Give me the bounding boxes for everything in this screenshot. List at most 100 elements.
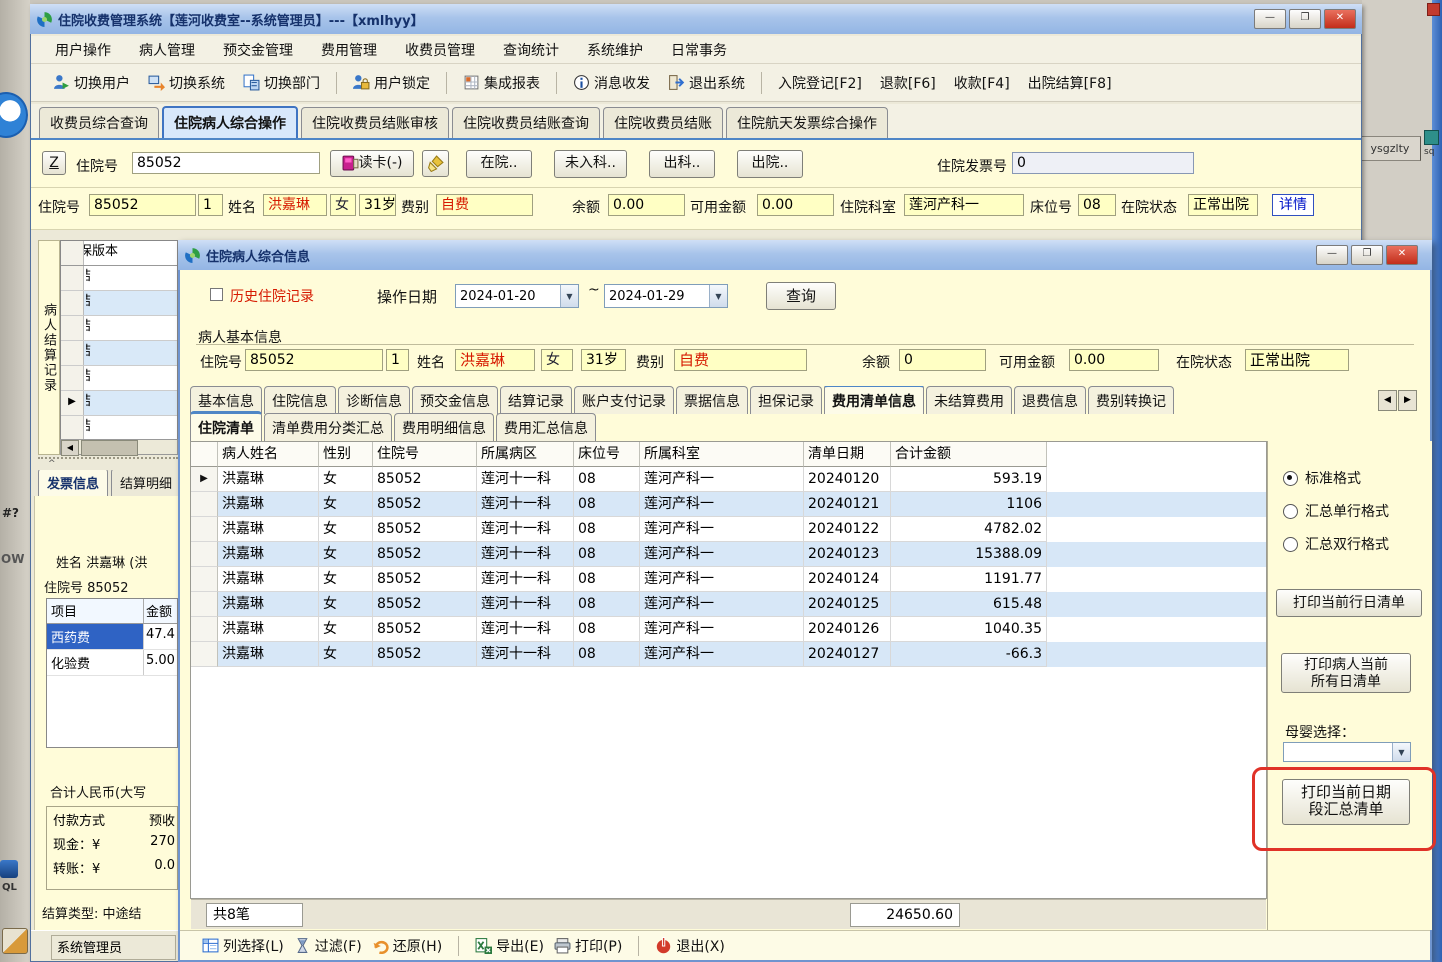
column-header-2[interactable]: 住院号: [373, 442, 477, 467]
bottom-power[interactable]: 退出(X): [655, 936, 725, 956]
menu-item-4[interactable]: 收费员管理: [393, 37, 487, 63]
column-header-1[interactable]: 性别: [319, 442, 373, 467]
fee-items-table[interactable]: 项目 金额 西药费 47.4 化验费 5.00: [46, 598, 178, 748]
invoice-no-input[interactable]: 0: [1012, 152, 1194, 174]
main-tab-1[interactable]: 住院病人综合操作: [162, 106, 298, 138]
chevron-down-icon[interactable]: ▼: [1392, 743, 1410, 761]
main-tab-0[interactable]: 收费员综合查询: [39, 107, 159, 138]
menu-item-2[interactable]: 预交金管理: [211, 37, 305, 63]
close-icon[interactable]: ✕: [1324, 9, 1356, 29]
dlg-tab-primary-8[interactable]: 费用清单信息: [824, 386, 924, 414]
column-header-0[interactable]: 病人姓名: [218, 442, 319, 467]
dlg-fee-field[interactable]: 自费: [674, 349, 807, 371]
history-checkbox[interactable]: [210, 288, 223, 301]
fee-row[interactable]: 西药费 47.4: [47, 624, 177, 650]
column-header-3[interactable]: 所属病区: [477, 442, 574, 467]
dialog-titlebar[interactable]: 住院病人综合信息 — ❐ ✕: [178, 240, 1432, 270]
dlg-tab-primary-9[interactable]: 未结算费用: [926, 386, 1012, 414]
admission-no-input[interactable]: 85052: [132, 152, 320, 174]
menu-item-5[interactable]: 查询统计: [491, 37, 571, 63]
dlg-tab-primary-6[interactable]: 票据信息: [676, 386, 748, 414]
menu-item-3[interactable]: 费用管理: [309, 37, 389, 63]
lp-grid-row[interactable]: 结: [61, 266, 177, 291]
table-row[interactable]: 洪嘉琳女 85052 莲河十一科 08 莲河产科一 20240121 1106: [191, 492, 1266, 517]
table-row[interactable]: 洪嘉琳女 85052 莲河十一科 08 莲河产科一 20240124 1191.77: [191, 567, 1266, 592]
toolbar-shortcut[interactable]: 出院结算[F8]: [1022, 71, 1118, 95]
menu-item-1[interactable]: 病人管理: [127, 37, 207, 63]
dlg-admission-field[interactable]: 85052: [245, 349, 383, 371]
splitter[interactable]: ^: [38, 457, 178, 469]
dialog-close-icon[interactable]: ✕: [1386, 245, 1418, 265]
main-tab-2[interactable]: 住院收费员结账审核: [301, 107, 449, 138]
fee-type-field[interactable]: 自费: [436, 194, 533, 216]
dlg-gender-field[interactable]: 女: [541, 349, 573, 371]
print-all-days-button[interactable]: 打印病人当前 所有日清单: [1281, 653, 1411, 693]
radio-icon[interactable]: [1283, 536, 1298, 552]
chevron-down-icon[interactable]: ▼: [709, 285, 727, 307]
main-titlebar[interactable]: 住院收费管理系统【莲河收费室--系统管理员】---【xmlhyy】 — ❐ ✕: [30, 4, 1362, 34]
lp-grid-row[interactable]: 结: [61, 416, 177, 441]
minimize-icon[interactable]: —: [1254, 9, 1286, 29]
toolbar-exit-system[interactable]: 退出系统: [662, 71, 751, 95]
status-field[interactable]: 正常出院: [1188, 194, 1258, 216]
dlg-tab-primary-4[interactable]: 结算记录: [500, 386, 572, 414]
daily-list-table[interactable]: 病人姓名 性别 住院号 所属病区 床位号 所属科室 清单日期 合计金额 ▶ 洪嘉琳女 85052 莲河…: [190, 441, 1267, 899]
print-current-row-button[interactable]: 打印当前行日清单: [1276, 589, 1422, 617]
dlg-tab-secondary-0[interactable]: 住院清单: [190, 411, 262, 441]
desktop-sq-icon[interactable]: [1424, 130, 1439, 145]
settlement-grid-scrollbar[interactable]: ◀: [60, 439, 178, 456]
dlg-tab-primary-5[interactable]: 账户支付记录: [574, 386, 674, 414]
menu-item-0[interactable]: 用户操作: [43, 37, 123, 63]
main-tab-3[interactable]: 住院收费员结账查询: [452, 107, 600, 138]
menu-item-6[interactable]: 系统维护: [575, 37, 655, 63]
dlg-age-field[interactable]: 31岁: [581, 349, 626, 371]
radio-icon[interactable]: [1283, 503, 1298, 519]
toolbar-integrated-report[interactable]: 集成报表: [457, 71, 546, 95]
bottom-column-select[interactable]: 列选择(L): [202, 936, 284, 956]
desktop-taskbar-button[interactable]: ysgzlty: [1359, 136, 1421, 161]
status-button-3[interactable]: 出院..: [736, 150, 803, 178]
query-button[interactable]: 查询: [766, 282, 836, 310]
bottom-filter[interactable]: 过滤(F): [294, 936, 362, 956]
dlg-tab-primary-1[interactable]: 住院信息: [264, 386, 336, 414]
bottom-restore[interactable]: 还原(H): [372, 936, 442, 956]
gender-field[interactable]: 女: [330, 194, 356, 216]
desktop-pencil-icon[interactable]: [2, 928, 28, 954]
toolbar-shortcut[interactable]: 收款[F4]: [948, 71, 1016, 95]
date-to-select[interactable]: 2024-01-29 ▼: [604, 284, 728, 308]
toolbar-user-lock[interactable]: 用户锁定: [347, 71, 436, 95]
toolbar-shortcut[interactable]: 入院登记[F2]: [772, 71, 868, 95]
tab-scroll-right-icon[interactable]: ▶: [1398, 390, 1417, 411]
column-header-5[interactable]: 所属科室: [640, 442, 804, 467]
date-from-select[interactable]: 2024-01-20 ▼: [455, 284, 579, 308]
available-field[interactable]: 0.00: [757, 194, 834, 216]
lp-grid-row[interactable]: 结: [61, 366, 177, 391]
toolbar-switch-user[interactable]: 切换用户: [47, 71, 136, 95]
seq-field[interactable]: 1: [198, 194, 223, 216]
name-field[interactable]: 洪嘉琳: [263, 194, 327, 216]
table-row[interactable]: 洪嘉琳女 85052 莲河十一科 08 莲河产科一 20240122 4782.02: [191, 517, 1266, 542]
format-radio-1[interactable]: 汇总单行格式: [1283, 501, 1389, 521]
toolbar-switch-system[interactable]: 切换系统: [142, 71, 231, 95]
format-radio-0[interactable]: 标准格式: [1283, 468, 1389, 488]
column-header-6[interactable]: 清单日期: [804, 442, 891, 467]
dlg-status-field[interactable]: 正常出院: [1245, 349, 1349, 371]
scroll-left-icon[interactable]: ◀: [61, 440, 79, 456]
column-header-7[interactable]: 合计金额: [891, 442, 1047, 467]
bottom-printer[interactable]: 打印(P): [554, 936, 622, 956]
lp-grid-row[interactable]: 结: [61, 341, 177, 366]
z-button[interactable]: Z: [42, 151, 66, 175]
dlg-seq-field[interactable]: 1: [386, 349, 409, 371]
clear-brush-button[interactable]: [422, 150, 449, 177]
detail-button[interactable]: 详情: [1272, 194, 1314, 216]
desktop-icon[interactable]: [0, 860, 18, 878]
dlg-tab-primary-2[interactable]: 诊断信息: [338, 386, 410, 414]
dlg-available-field[interactable]: 0.00: [1069, 349, 1159, 371]
status-button-1[interactable]: 未入科..: [554, 150, 627, 178]
dialog-maximize-icon[interactable]: ❐: [1351, 245, 1383, 265]
settlement-grid[interactable]: 保版本结结结结结▶结结: [60, 240, 178, 455]
maximize-icon[interactable]: ❐: [1289, 9, 1321, 29]
table-row[interactable]: 洪嘉琳女 85052 莲河十一科 08 莲河产科一 20240123 15388.09: [191, 542, 1266, 567]
dlg-tab-primary-0[interactable]: 基本信息: [190, 386, 262, 414]
radio-icon[interactable]: [1283, 470, 1298, 486]
